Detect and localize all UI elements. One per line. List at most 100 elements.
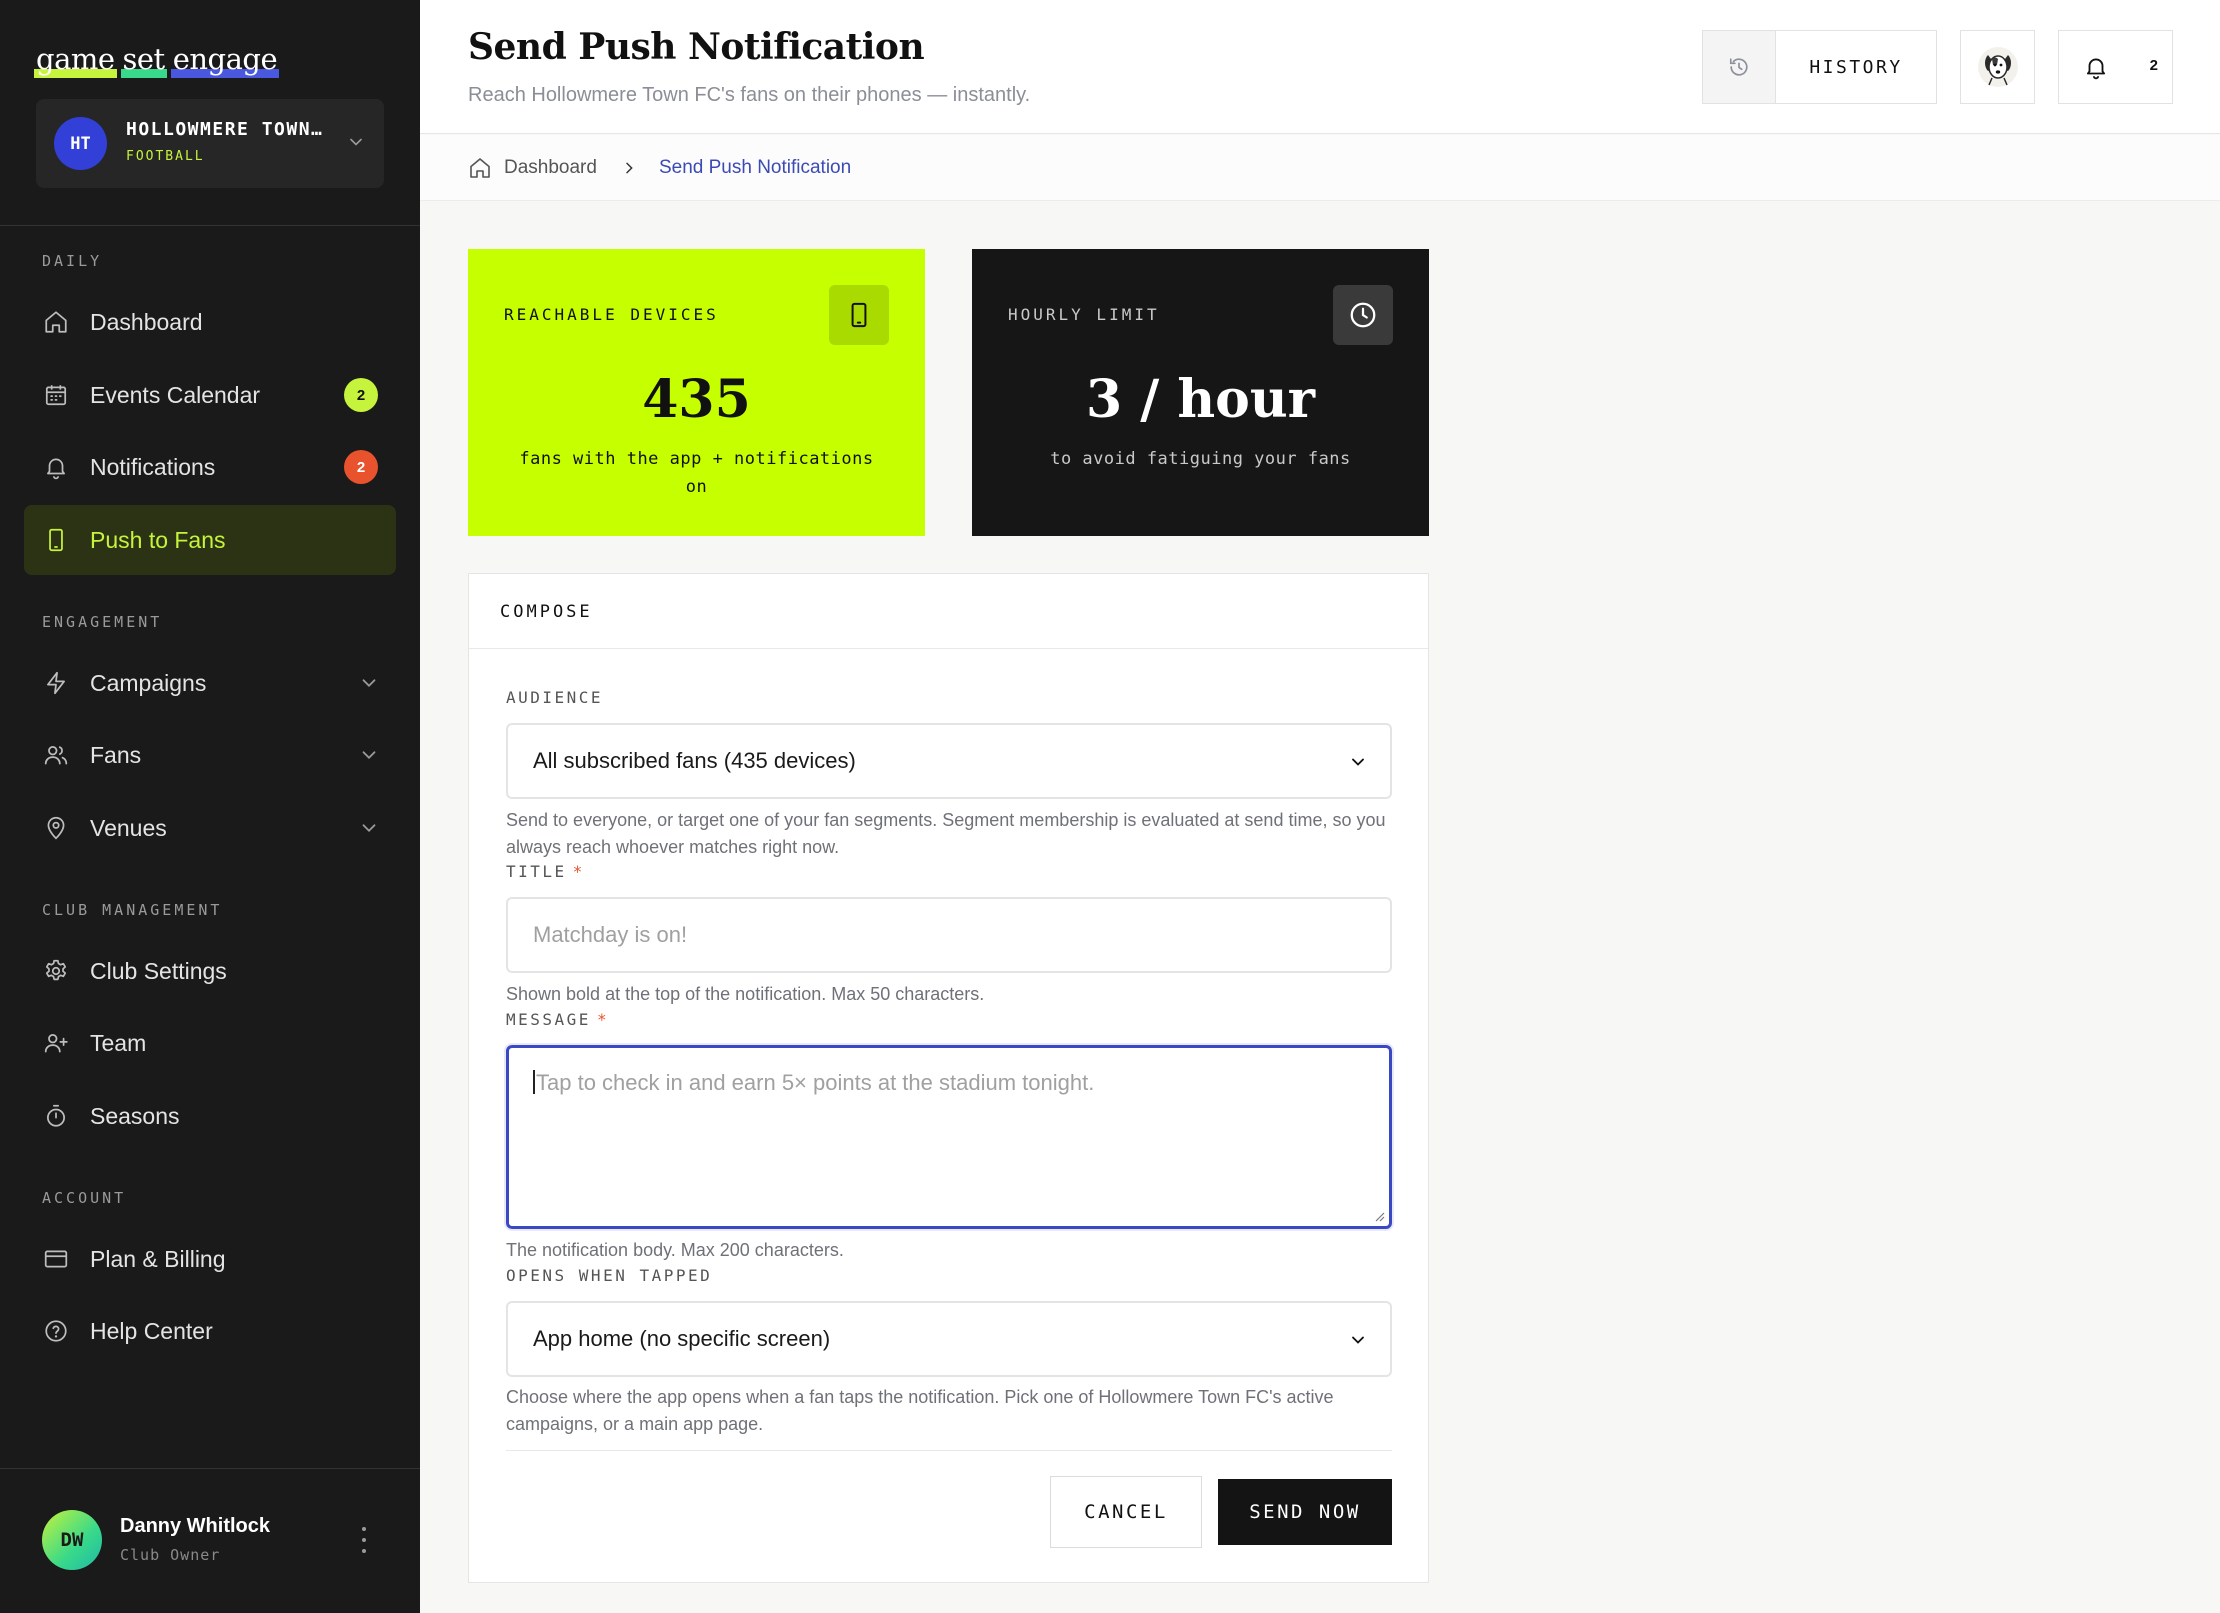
map-pin-icon [42,814,70,842]
opens-when-tapped-select[interactable]: App home (no specific screen) [506,1301,1392,1377]
history-icon [1703,31,1776,103]
page-subtitle: Reach Hollowmere Town FC's fans on their… [468,84,1031,106]
calendar-icon [42,381,70,409]
chevron-right-icon [626,162,633,173]
sidebar-item-push-to-fans[interactable]: Push to Fans [24,505,396,575]
title-placeholder: Matchday is on! [533,922,688,947]
credit-card-icon [42,1245,70,1273]
clock-icon [1333,285,1393,345]
user-role: Club Owner [120,1546,221,1564]
breadcrumb-home-label: Dashboard [504,156,597,178]
bell-icon [2086,58,2106,80]
compose-header: COMPOSE [469,574,1428,649]
opens-selected-value: App home (no specific screen) [533,1326,831,1351]
sidebar-item-team[interactable]: Team [24,1008,396,1078]
sidebar-item-label: Push to Fans [90,526,226,553]
message-textarea[interactable]: Tap to check in and earn 5× points at th… [506,1045,1392,1229]
cancel-button[interactable]: CANCEL [1050,1476,1202,1548]
sidebar-item-label: Seasons [90,1102,180,1129]
club-name: HOLLOWMERE TOWN… [126,119,324,140]
lightning-icon [42,669,70,697]
page-header: Send Push Notification Reach Hollowmere … [420,0,2220,134]
sidebar-item-venues[interactable]: Venues [24,793,396,863]
help-circle-icon [42,1317,70,1345]
reachable-devices-value: 435 [642,369,751,430]
sidebar-item-label: Team [90,1029,147,1056]
notifications-button[interactable]: 2 [2058,30,2173,104]
audience-selected-value: All subscribed fans (435 devices) [533,748,856,773]
user-avatar[interactable]: DW [42,1510,102,1570]
page-title: Send Push Notification [468,26,925,68]
chevron-down-icon [362,679,376,688]
message-label: MESSAGE * [506,1010,610,1029]
sidebar-item-campaigns[interactable]: Campaigns [24,648,396,718]
hourly-limit-value: 3 / hour [1085,369,1316,430]
brand-logo[interactable]: game set engage [34,42,285,82]
section-label-engagement: ENGAGEMENT [42,613,163,631]
club-avatar: HT [54,117,107,170]
sidebar-item-events-calendar[interactable]: Events Calendar 2 [24,360,396,430]
chevron-down-icon [362,751,376,760]
phone-icon [829,285,889,345]
sidebar-item-fans[interactable]: Fans [24,720,396,790]
history-label: HISTORY [1809,56,1903,78]
sidebar: game set engage HT HOLLOWMERE TOWN… FOOTBA… [0,0,420,1613]
sidebar-item-plan-billing[interactable]: Plan & Billing [24,1224,396,1294]
audience-label: AUDIENCE [506,688,604,707]
section-label-account: ACCOUNT [42,1189,127,1207]
reachable-devices-note: fans with the app + notifications on [519,449,874,497]
phone-icon [42,526,70,554]
send-now-button[interactable]: SEND NOW [1218,1479,1392,1545]
chevron-down-icon [1352,1336,1364,1344]
breadcrumb-current: Send Push Notification [658,156,852,178]
sidebar-item-help-center[interactable]: Help Center [24,1296,396,1366]
reachable-devices-card: REACHABLE DEVICES 435 fans with the app … [468,249,925,536]
message-placeholder: Tap to check in and earn 5× points at th… [536,1070,1095,1095]
chevron-down-icon [350,138,362,146]
resize-grip-icon[interactable] [1373,1210,1385,1222]
history-button[interactable]: HISTORY [1702,30,1937,104]
text-caret [533,1070,535,1094]
sidebar-item-label: Dashboard [90,308,203,335]
breadcrumb-home-link[interactable]: Dashboard [468,156,597,180]
home-icon [42,308,70,336]
sidebar-item-label: Campaigns [90,669,207,696]
breadcrumb: Dashboard Send Push Notification [420,135,2220,201]
chevron-down-icon [362,824,376,833]
audience-select[interactable]: All subscribed fans (435 devices) [506,723,1392,799]
opens-help: Choose where the app opens when a fan ta… [506,1387,1334,1434]
compose-panel: COMPOSE AUDIENCE All subscribed fans (43… [468,573,1429,1583]
sidebar-item-notifications[interactable]: Notifications 2 [24,432,396,502]
sidebar-item-club-settings[interactable]: Club Settings [24,936,396,1006]
sidebar-item-label: Plan & Billing [90,1245,226,1272]
title-label: TITLE * [506,862,585,881]
opens-when-tapped-label: OPENS WHEN TAPPED [506,1266,713,1285]
user-menu-more-icon[interactable] [352,1524,376,1556]
sidebar-item-seasons[interactable]: Seasons [24,1081,396,1151]
reachable-devices-label: REACHABLE DEVICES [504,305,719,324]
sidebar-divider [0,1468,420,1469]
hourly-limit-label: HOURLY LIMIT [1008,305,1160,324]
title-input[interactable]: Matchday is on! [506,897,1392,973]
sidebar-item-label: Help Center [90,1317,213,1344]
club-switcher[interactable]: HT HOLLOWMERE TOWN… FOOTBALL [36,99,384,188]
sidebar-item-label: Fans [90,741,142,768]
sidebar-item-label: Notifications [90,453,216,480]
notification-count: 2 [2149,57,2158,74]
chevron-down-icon [1352,758,1364,766]
home-icon [470,157,490,178]
sidebar-item-dashboard[interactable]: Dashboard [24,287,396,357]
hourly-limit-card: HOURLY LIMIT 3 / hour to avoid fatiguing… [972,249,1429,536]
sidebar-item-label: Venues [90,814,167,841]
audience-help: Send to everyone, or target one of your … [506,810,1386,857]
club-sport: FOOTBALL [126,149,205,164]
sidebar-item-label: Club Settings [90,957,227,984]
events-badge: 2 [344,378,378,412]
profile-avatar-button[interactable] [1960,30,2035,104]
gear-icon [42,957,70,985]
hourly-limit-note: to avoid fatiguing your fans [1050,449,1351,469]
dog-avatar-icon [1977,47,2018,87]
compose-divider [506,1450,1392,1451]
message-help: The notification body. Max 200 character… [506,1240,844,1260]
user-name: Danny Whitlock [120,1515,271,1537]
